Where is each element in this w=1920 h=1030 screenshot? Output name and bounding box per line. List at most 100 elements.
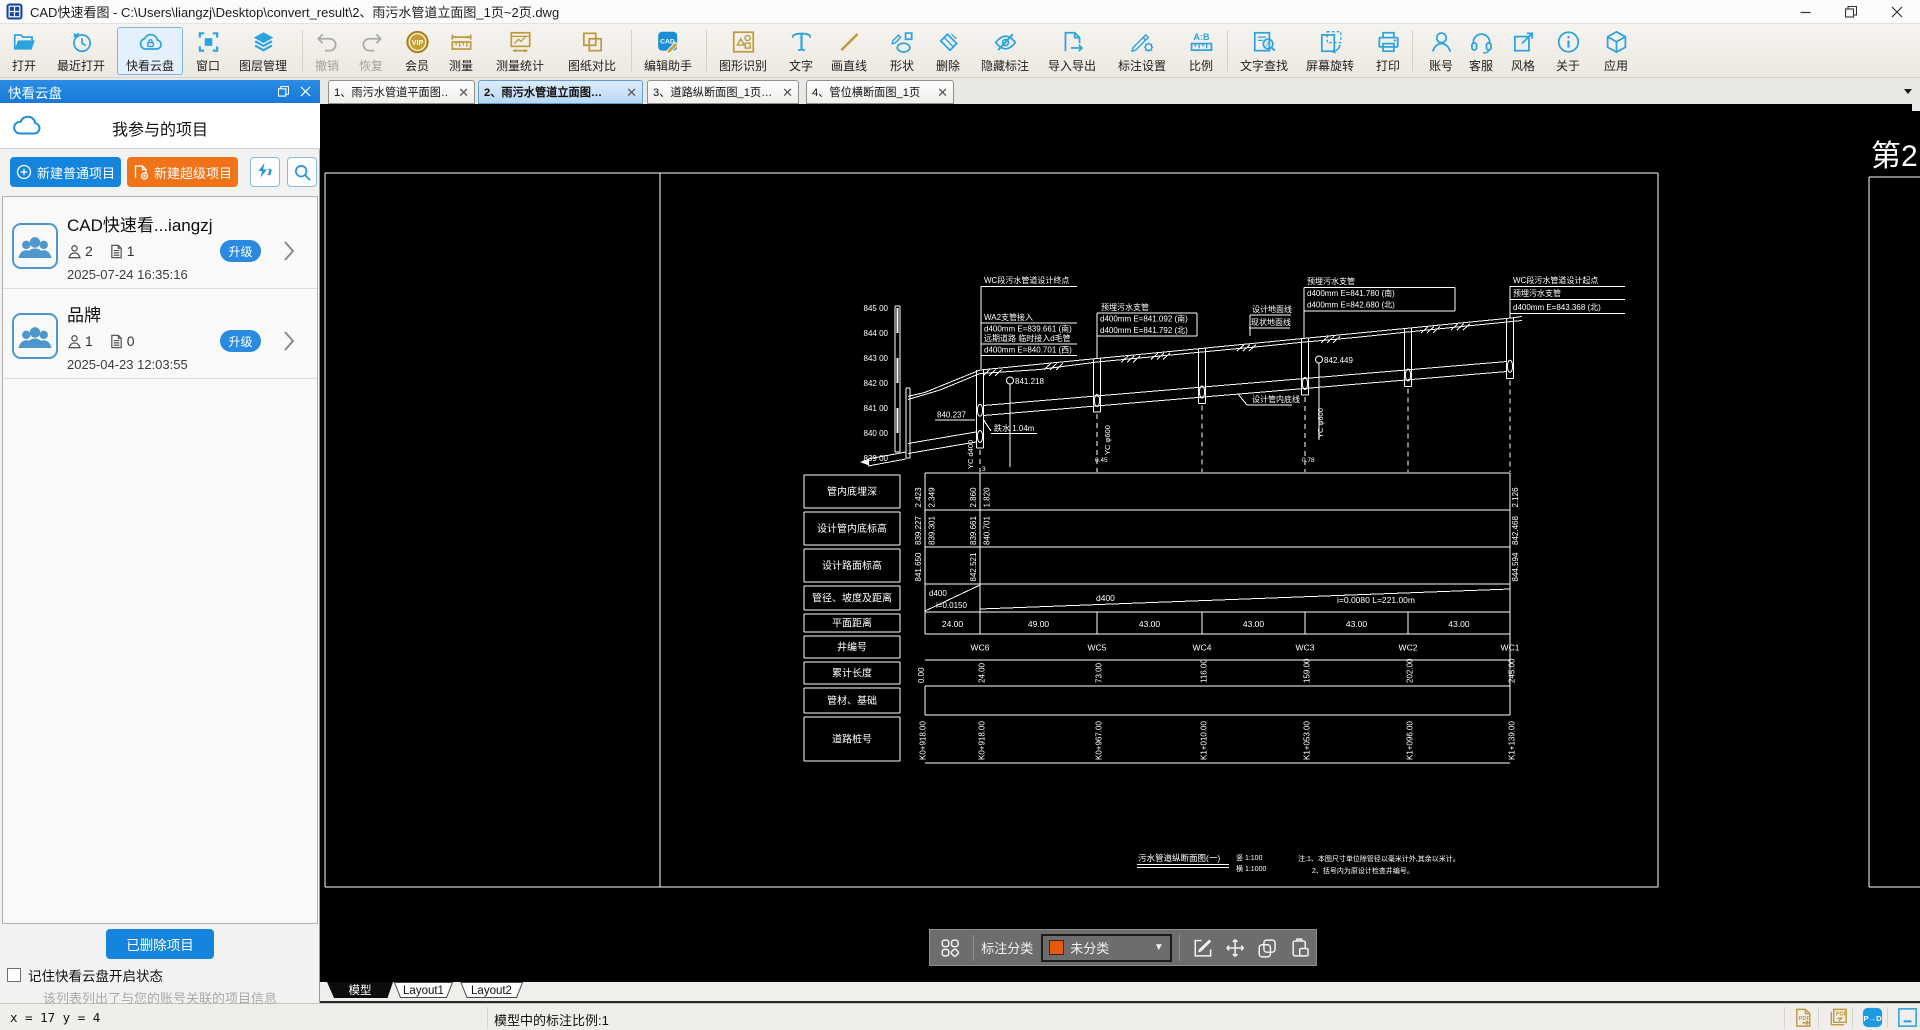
panel-close-button[interactable]: [294, 82, 316, 102]
ribbon-hide-annotations[interactable]: 隐藏标注: [974, 27, 1036, 75]
cad-text: WC6: [971, 643, 990, 653]
annotation-category-dropdown[interactable]: 未分类 ▼: [1041, 934, 1172, 962]
project-item[interactable]: CAD快速看...iangzj21升级2025-07-24 16:35:16: [3, 201, 317, 288]
export-pdf-icon[interactable]: PDF: [1792, 1006, 1815, 1029]
ribbon-label: 会员: [405, 57, 429, 74]
ribbon-vip[interactable]: VIP 会员: [394, 27, 440, 75]
cad-text: 竖 1:100: [1236, 853, 1263, 862]
panel-float-button[interactable]: [272, 82, 294, 102]
tab-overflow-icon[interactable]: [1902, 85, 1914, 97]
ribbon-text-search[interactable]: A文字查找: [1233, 27, 1295, 75]
ribbon-label: 比例: [1189, 57, 1213, 74]
ribbon-style[interactable]: 风格: [1500, 27, 1546, 75]
ribbon-layer-manager[interactable]: 图层管理: [232, 27, 294, 75]
minimized-drawing-icon[interactable]: [1896, 1006, 1919, 1029]
cad-text: K1+010.00: [1200, 721, 1209, 760]
ribbon-annotation-settings[interactable]: 标注设置: [1111, 27, 1173, 75]
annotation-grid-icon[interactable]: [939, 936, 961, 960]
status-separator: [1887, 1007, 1888, 1028]
ribbon-measure-stats[interactable]: 测量统计: [489, 27, 551, 75]
remember-state-checkbox[interactable]: [7, 968, 21, 982]
doc-tab[interactable]: 3、道路纵断面图_1页…✕: [647, 80, 799, 104]
cad-text: 预埋污水支管: [1101, 302, 1149, 312]
vip-icon: VIP: [404, 29, 431, 55]
doc-tab[interactable]: 2、雨污水管道立面图…✕: [478, 80, 643, 104]
new-super-project-button[interactable]: 新建超级项目: [127, 157, 238, 187]
cad-text: 159.00: [1303, 658, 1312, 683]
ribbon-label: 编辑助手: [644, 57, 692, 74]
cloud-panel-header[interactable]: 快看云盘: [0, 80, 320, 103]
ribbon-redo[interactable]: 恢复: [348, 27, 394, 75]
ribbon-measure[interactable]: 测量: [438, 27, 484, 75]
annotation-category-label: 标注分类: [981, 938, 1033, 957]
refresh-projects-button[interactable]: [250, 157, 280, 187]
upgrade-badge[interactable]: 升级: [220, 240, 261, 262]
cad-text: WA2支管接入: [984, 312, 1033, 322]
project-item[interactable]: 品牌10升级2025-04-23 12:03:55: [3, 288, 317, 378]
doc-tab[interactable]: 1、雨污水管道平面图…✕: [328, 80, 475, 104]
cad-text: 839.301: [928, 516, 937, 545]
chevron-right-icon[interactable]: [279, 237, 299, 265]
move-annotation-icon[interactable]: [1224, 936, 1246, 960]
restore-button[interactable]: [1828, 0, 1874, 24]
chevron-right-icon[interactable]: [279, 327, 299, 355]
ribbon-shape-recognition[interactable]: 图形识别: [712, 27, 774, 75]
ribbon-about[interactable]: 关于: [1545, 27, 1591, 75]
ribbon-label: 测量统计: [496, 57, 544, 74]
ribbon-recent[interactable]: 最近打开: [50, 27, 112, 75]
new-super-project-label: 新建超级项目: [154, 163, 232, 182]
ribbon-label: 应用: [1604, 57, 1628, 74]
cad-text: 49.00: [1028, 619, 1050, 629]
ribbon-label: 删除: [936, 57, 960, 74]
ribbon-support[interactable]: 客服: [1458, 27, 1504, 75]
cad-text: 2.860: [969, 487, 978, 508]
cad-text: 839.661: [969, 516, 978, 545]
ribbon-window[interactable]: 窗口: [185, 27, 231, 75]
project-avatar: [12, 313, 58, 359]
ribbon-delete[interactable]: 删除: [925, 27, 971, 75]
deleted-projects-button[interactable]: 已删除项目: [106, 929, 214, 959]
draw-line-icon: [836, 29, 863, 55]
ribbon-edit-assistant[interactable]: CAD 编辑助手: [637, 27, 699, 75]
ribbon-draw-line[interactable]: 画直线: [818, 27, 880, 75]
ribbon-drawing-compare[interactable]: 图纸对比: [561, 27, 623, 75]
drawing-canvas[interactable]: 第2845 00844 00843 00842 00841 00840 0083…: [320, 104, 1920, 982]
cad-text: 839 00: [864, 454, 889, 463]
cad-text: 累计长度: [832, 667, 872, 680]
tab-close-icon[interactable]: ✕: [626, 86, 637, 99]
doc-tab[interactable]: 4、管位横断面图_1页✕: [806, 80, 954, 104]
new-normal-project-button[interactable]: 新建普通项目: [10, 157, 121, 187]
cad-text: 844 00: [864, 329, 889, 338]
copy-annotation-icon[interactable]: [1256, 936, 1278, 960]
upgrade-badge[interactable]: 升级: [220, 330, 261, 352]
tab-layout2[interactable]: Layout2: [471, 985, 512, 997]
search-projects-button[interactable]: [287, 157, 317, 187]
paste-annotation-icon[interactable]: [1289, 936, 1311, 960]
edit-annotation-icon[interactable]: [1192, 936, 1214, 960]
ribbon-cloud-drive[interactable]: 快看云盘: [117, 27, 183, 75]
ribbon-scale[interactable]: A:B比例: [1178, 27, 1224, 75]
cad-text: 2、括号内为原设计检查井编号。: [1312, 866, 1414, 875]
cad-text: d400mm E=841.792 (北): [1100, 326, 1188, 335]
batch-pdf-icon[interactable]: PDF: [1827, 1006, 1850, 1029]
tab-close-icon[interactable]: ✕: [458, 86, 469, 99]
ribbon-undo[interactable]: 撤销: [304, 27, 350, 75]
dropdown-caret-icon: ▼: [1154, 942, 1164, 953]
p2d-converter-icon[interactable]: P→D: [1861, 1006, 1884, 1029]
ribbon-import-export[interactable]: 导入导出: [1041, 27, 1103, 75]
recent-icon: [68, 29, 95, 55]
minimize-button[interactable]: [1782, 0, 1828, 24]
svg-text:PDF: PDF: [1836, 1012, 1848, 1018]
tab-model[interactable]: 模型: [349, 983, 372, 997]
tab-layout1[interactable]: Layout1: [403, 985, 444, 997]
ribbon-open[interactable]: 打开: [1, 27, 47, 75]
ribbon-shapes[interactable]: 形状: [879, 27, 925, 75]
edit-assistant-icon: CAD: [655, 29, 682, 55]
ribbon-apps[interactable]: 应用: [1593, 27, 1639, 75]
ribbon-print[interactable]: 打印: [1365, 27, 1411, 75]
ribbon-screen-rotate[interactable]: 屏幕旋转: [1299, 27, 1361, 75]
tab-close-icon[interactable]: ✕: [782, 86, 793, 99]
close-button[interactable]: [1874, 0, 1920, 24]
cloud-drive-panel: 快看云盘 我参与的项目 新建普通项目 新建超级项目 CAD快速看...iangz…: [0, 80, 320, 1003]
tab-close-icon[interactable]: ✕: [937, 86, 948, 99]
